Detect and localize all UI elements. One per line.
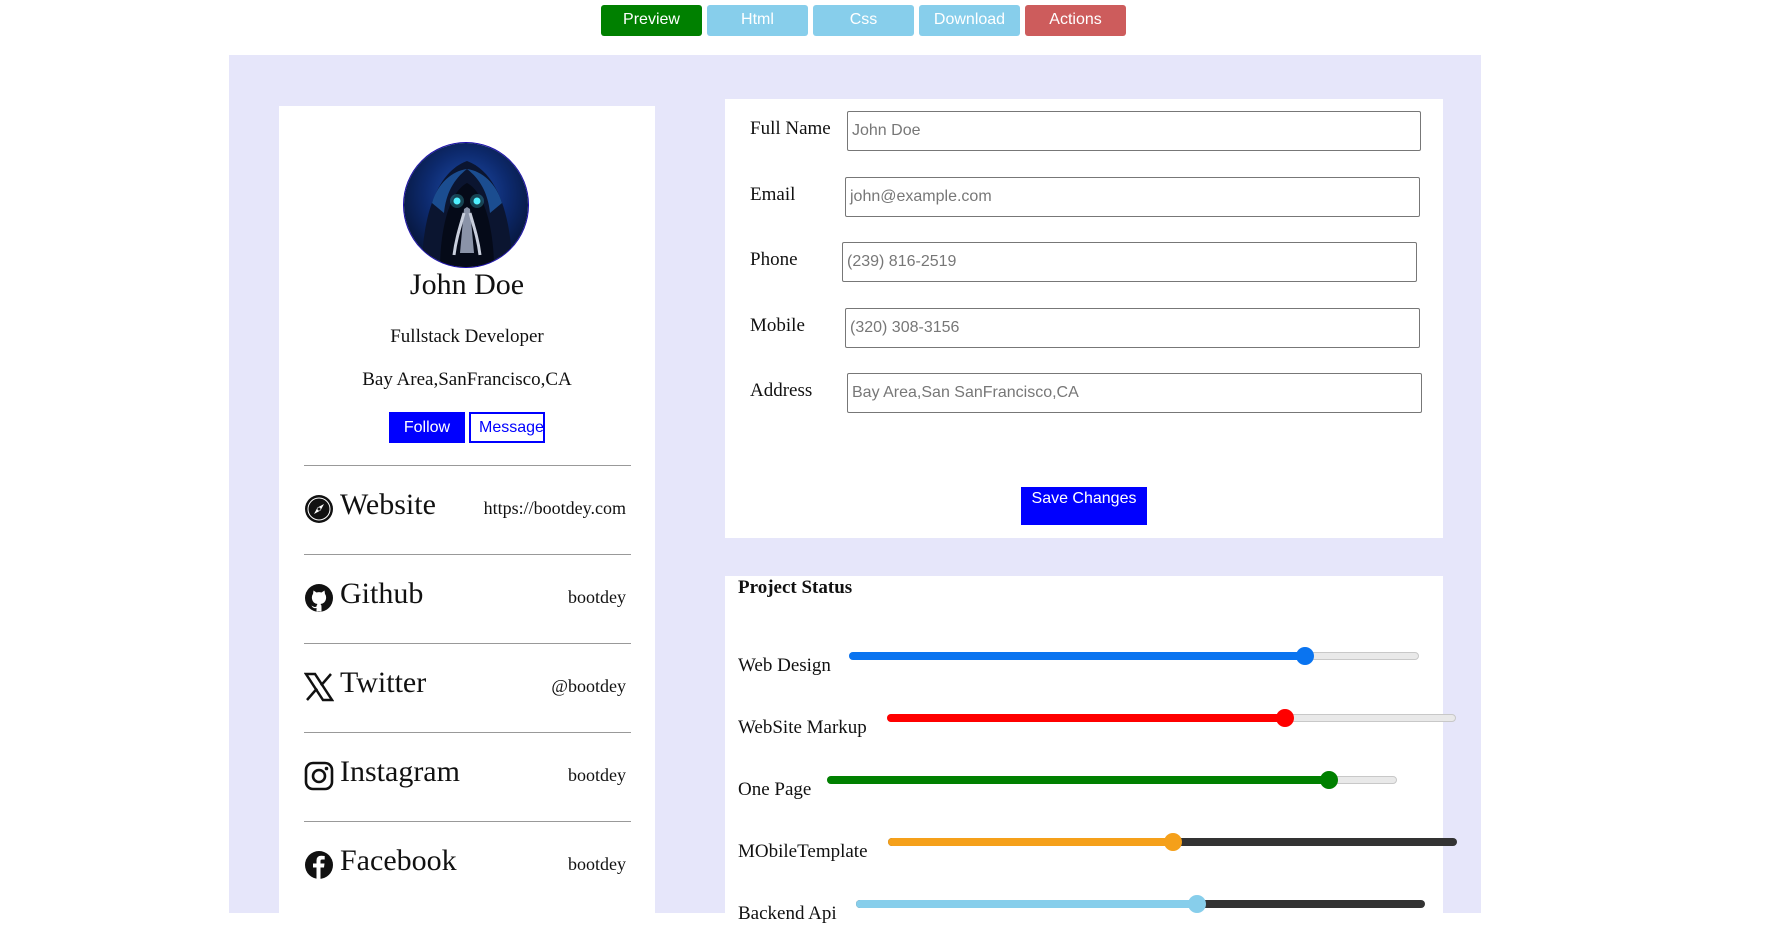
status-label: MObileTemplate (738, 841, 868, 862)
slider-thumb[interactable] (1296, 647, 1314, 665)
social-link-instagram[interactable]: Instagram bootdey (304, 733, 631, 821)
one-page-slider[interactable] (827, 771, 1397, 789)
social-link-github[interactable]: Github bootdey (304, 555, 631, 643)
profile-location: Bay Area,SanFrancisco,CA (362, 369, 572, 390)
web-design-slider[interactable] (849, 647, 1419, 665)
save-changes-button[interactable]: Save Changes (1021, 487, 1147, 525)
status-label: One Page (738, 779, 812, 800)
project-status-title: Project Status (738, 577, 853, 598)
mobile-template-slider[interactable] (888, 833, 1457, 851)
profile-name: John Doe (409, 268, 525, 301)
social-name: Instagram (340, 755, 460, 788)
html-button[interactable]: Html (707, 5, 808, 36)
social-value: bootdey (568, 587, 626, 607)
github-icon (304, 583, 334, 613)
project-status-card: Project Status Web Design WebSite Markup… (725, 576, 1457, 924)
slider-fill (856, 900, 1198, 908)
instagram-icon (304, 761, 334, 791)
phone-input[interactable]: (239) 816-2519 (842, 242, 1417, 282)
status-label: Web Design (738, 655, 831, 676)
social-value: https://bootdey.com (483, 498, 626, 518)
facebook-icon (304, 850, 334, 880)
slider-fill (888, 838, 1173, 846)
phone-label: Phone (750, 249, 798, 270)
compass-icon (304, 494, 334, 524)
full-name-input[interactable]: John Doe (847, 111, 1421, 151)
mobile-input[interactable]: (320) 308-3156 (845, 308, 1420, 348)
top-toolbar: Preview Html Css Download Actions (0, 5, 1780, 36)
social-link-facebook[interactable]: Facebook bootdey (304, 822, 631, 910)
social-name: Website (340, 488, 436, 521)
email-label: Email (750, 184, 796, 205)
backend-api-slider[interactable] (856, 895, 1425, 913)
mobile-label: Mobile (750, 315, 805, 336)
profile-card: John Doe Fullstack Developer Bay Area,Sa… (279, 106, 655, 913)
profile-role: Fullstack Developer (390, 326, 544, 347)
slider-fill (849, 652, 1305, 660)
message-button[interactable]: Message (469, 412, 545, 443)
slider-thumb[interactable] (1163, 833, 1182, 851)
social-value: bootdey (568, 765, 626, 785)
address-label: Address (750, 380, 813, 401)
social-name: Facebook (340, 844, 457, 877)
full-name-label: Full Name (750, 118, 831, 139)
social-link-twitter[interactable]: Twitter @bootdey (303, 644, 631, 732)
address-input[interactable]: Bay Area,San SanFrancisco,CA (847, 373, 1422, 413)
x-twitter-icon (303, 672, 335, 702)
preview-button[interactable]: Preview (601, 5, 702, 36)
email-input[interactable]: john@example.com (845, 177, 1420, 217)
social-link-website[interactable]: Website https://bootdey.com (304, 466, 631, 554)
avatar (403, 142, 529, 268)
actions-button[interactable]: Actions (1025, 5, 1126, 36)
slider-thumb[interactable] (1276, 709, 1295, 727)
social-value: @bootdey (551, 676, 626, 696)
slider-thumb[interactable] (1319, 771, 1338, 789)
css-button[interactable]: Css (813, 5, 914, 36)
follow-button[interactable]: Follow (389, 412, 465, 443)
slider-thumb[interactable] (1188, 895, 1207, 913)
status-label: WebSite Markup (738, 717, 867, 738)
social-name: Twitter (340, 666, 427, 699)
social-value: bootdey (568, 854, 626, 874)
slider-fill (827, 776, 1329, 784)
slider-fill (887, 714, 1286, 722)
social-name: Github (340, 577, 424, 610)
website-markup-slider[interactable] (887, 709, 1456, 727)
hooded-figure-avatar-image (404, 143, 528, 267)
download-button[interactable]: Download (919, 5, 1020, 36)
profile-form: Full Name John Doe Email john@example.co… (725, 99, 1443, 538)
status-label: Backend Api (738, 903, 837, 924)
